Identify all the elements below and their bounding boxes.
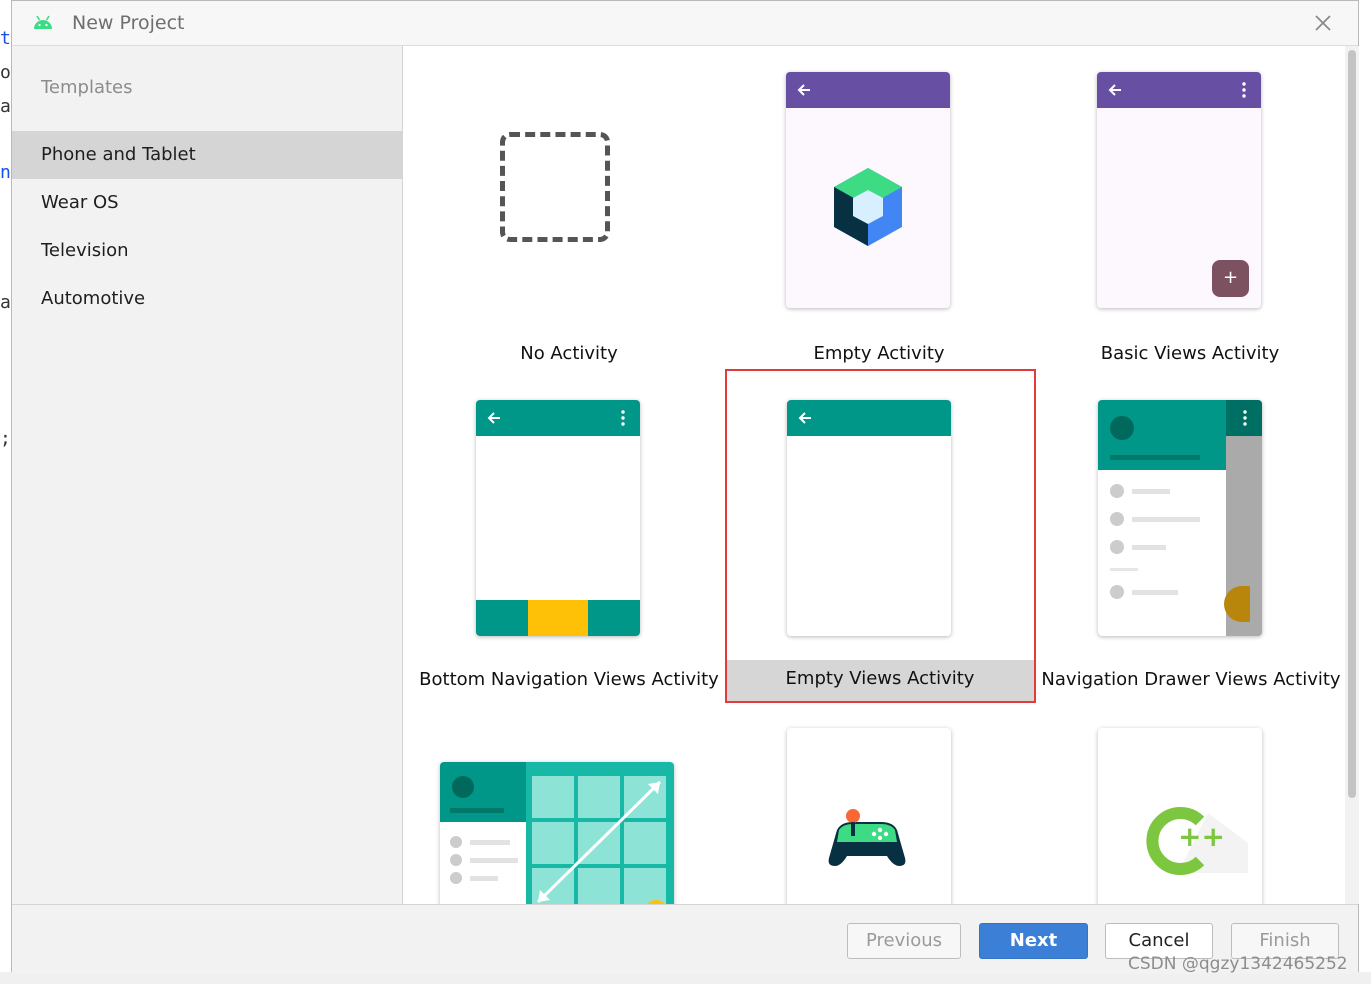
phone-preview (787, 400, 951, 636)
responsive-grid-icon (526, 762, 674, 904)
background-editor-strip-right (1357, 0, 1371, 984)
game-controller-icon (828, 809, 906, 866)
avatar (1110, 416, 1134, 440)
more-vert-icon (621, 410, 625, 426)
template-label: Empty Activity (813, 343, 945, 364)
more-vert-icon (1242, 82, 1246, 98)
gallery-scrollbar[interactable] (1345, 46, 1359, 904)
new-project-dialog: New Project Templates Phone and Tablet W… (11, 0, 1359, 974)
template-no-activity[interactable]: No Activity (414, 46, 724, 376)
drawer-header (1098, 400, 1226, 470)
bottom-navigation-bar (476, 600, 640, 636)
template-bottom-navigation-views-activity[interactable]: Bottom Navigation Views Activity (414, 372, 724, 702)
back-arrow-icon (797, 84, 810, 96)
phone-preview (1098, 400, 1262, 636)
jetpack-compose-icon (834, 168, 902, 246)
tablet-preview (440, 762, 674, 904)
sidebar-header: Templates (41, 77, 133, 98)
android-icon (34, 15, 52, 29)
phone-preview: ++ (1098, 728, 1262, 904)
app-bar (1226, 400, 1262, 436)
template-basic-views-activity[interactable]: + Basic Views Activity (1035, 46, 1345, 376)
more-vert-icon (1243, 410, 1247, 426)
template-responsive-views-activity[interactable] (414, 702, 724, 904)
scrollbar-thumb[interactable] (1348, 50, 1356, 798)
phone-preview: + (1097, 72, 1261, 308)
close-icon[interactable] (1312, 12, 1334, 34)
fab-icon (1224, 586, 1250, 622)
back-arrow-icon (798, 412, 811, 424)
next-button[interactable]: Next (979, 923, 1088, 959)
app-bar (1097, 72, 1261, 108)
app-bar (787, 400, 951, 436)
back-arrow-icon (487, 412, 500, 424)
phone-preview (786, 72, 950, 308)
fab-add-icon: + (1212, 260, 1249, 297)
phone-preview (787, 728, 951, 904)
template-label: Empty Views Activity (785, 668, 975, 689)
template-empty-activity[interactable]: Empty Activity (724, 46, 1034, 376)
sidebar-item-wear-os[interactable]: Wear OS (12, 179, 402, 227)
template-label: Bottom Navigation Views Activity (419, 669, 719, 690)
template-native-cpp[interactable]: ++ (1036, 702, 1345, 904)
drawer-header-text (1110, 455, 1200, 460)
phone-preview (476, 400, 640, 636)
navigation-drawer (1098, 400, 1226, 636)
app-bar (786, 72, 950, 108)
back-arrow-icon (1108, 84, 1121, 96)
sidebar-item-television[interactable]: Television (12, 227, 402, 275)
dashed-placeholder-icon (500, 132, 610, 242)
template-game-activity[interactable] (725, 702, 1035, 904)
sidebar-item-automotive[interactable]: Automotive (12, 275, 402, 323)
title-bar: New Project (12, 1, 1358, 46)
template-category-sidebar: Templates Phone and Tablet Wear OS Telev… (12, 46, 403, 904)
watermark: CSDN @qgzy1342465252 (1128, 954, 1348, 974)
sidebar-item-phone-and-tablet[interactable]: Phone and Tablet (12, 131, 402, 179)
window-title: New Project (72, 12, 185, 34)
cpp-plus-label: ++ (1178, 820, 1225, 853)
app-bar (476, 400, 640, 436)
template-label: Basic Views Activity (1100, 343, 1280, 364)
bottom-navigation-selected-item (528, 600, 588, 636)
template-gallery: No Activity Empty Activity + Basic Views… (403, 46, 1345, 904)
template-label: Navigation Drawer Views Activity (1041, 669, 1341, 690)
template-label: No Activity (520, 343, 618, 364)
previous-button[interactable]: Previous (847, 923, 961, 959)
template-empty-views-activity[interactable]: Empty Views Activity (725, 372, 1035, 702)
template-navigation-drawer-views-activity[interactable]: Navigation Drawer Views Activity (1036, 372, 1345, 702)
